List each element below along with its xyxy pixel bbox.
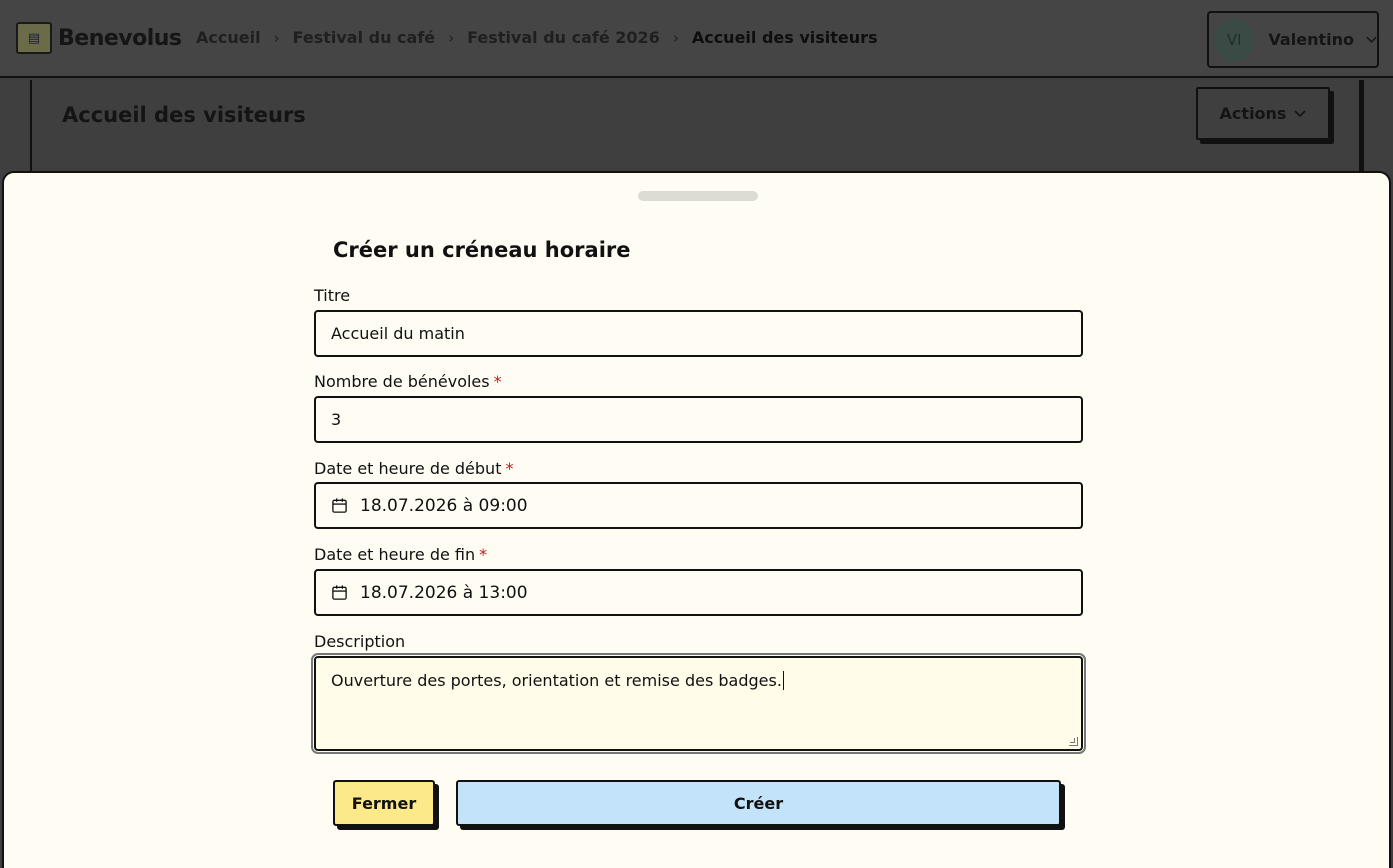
calendar-icon	[332, 585, 347, 600]
page-header-panel: Accueil des visiteurs Actions	[30, 80, 1364, 180]
chevron-down-icon	[1294, 109, 1307, 117]
description-label-text: Description	[314, 632, 406, 651]
calendar-icon	[332, 498, 347, 513]
volunteers-value: 3	[331, 410, 342, 429]
text-cursor	[782, 671, 784, 690]
start-datetime-value: 18.07.2026 à 09:00	[360, 495, 528, 516]
chevron-right-icon: ›	[448, 28, 455, 47]
end-datetime-value: 18.07.2026 à 13:00	[360, 582, 528, 603]
required-mark: *	[479, 545, 488, 564]
start-label-text: Date et heure de début	[314, 459, 502, 478]
breadcrumb-item-current: Accueil des visiteurs	[691, 28, 878, 47]
breadcrumb-item-festival[interactable]: Festival du café	[293, 28, 436, 47]
volunteers-label: Nombre de bénévoles *	[314, 372, 502, 391]
create-slot-sheet: Créer un créneau horaire Titre Accueil d…	[2, 171, 1391, 868]
end-datetime-input[interactable]: 18.07.2026 à 13:00	[314, 569, 1083, 616]
breadcrumb-item-home[interactable]: Accueil	[196, 28, 261, 47]
app-name: Benevolus	[58, 25, 182, 51]
actions-button[interactable]: Actions	[1196, 87, 1330, 140]
volunteers-input[interactable]: 3	[314, 396, 1083, 443]
chevron-down-icon	[1366, 36, 1377, 43]
actions-label: Actions	[1219, 104, 1287, 123]
start-datetime-input[interactable]: 18.07.2026 à 09:00	[314, 482, 1083, 529]
user-menu-button[interactable]: VI Valentino	[1207, 11, 1379, 68]
app-logo[interactable]: ▤ Benevolus	[16, 22, 182, 54]
required-mark: *	[505, 459, 514, 478]
title-input[interactable]: Accueil du matin	[314, 310, 1083, 357]
modal-title: Créer un créneau horaire	[333, 238, 631, 262]
breadcrumb: Accueil › Festival du café › Festival du…	[196, 28, 878, 47]
chevron-right-icon: ›	[672, 28, 679, 47]
required-mark: *	[493, 372, 502, 391]
end-datetime-label: Date et heure de fin *	[314, 545, 487, 564]
chevron-right-icon: ›	[273, 28, 280, 47]
breadcrumb-item-festival-2026[interactable]: Festival du café 2026	[467, 28, 660, 47]
logo-icon: ▤	[16, 22, 52, 54]
sheet-drag-handle[interactable]	[638, 191, 758, 201]
end-label-text: Date et heure de fin	[314, 545, 476, 564]
start-datetime-label: Date et heure de début *	[314, 459, 513, 478]
description-label: Description	[314, 632, 405, 651]
avatar: VI	[1214, 17, 1255, 62]
page-title: Accueil des visiteurs	[62, 103, 306, 127]
user-name: Valentino	[1268, 30, 1354, 49]
title-value: Accueil du matin	[331, 324, 465, 343]
description-value: Ouverture des portes, orientation et rem…	[331, 671, 782, 690]
create-button[interactable]: Créer	[456, 780, 1061, 826]
top-navigation-bar: ▤ Benevolus Accueil › Festival du café ›…	[0, 0, 1393, 78]
description-textarea[interactable]: Ouverture des portes, orientation et rem…	[311, 653, 1086, 754]
title-label: Titre	[314, 286, 350, 305]
resize-handle[interactable]	[1069, 737, 1078, 746]
title-label-text: Titre	[314, 286, 351, 305]
close-button[interactable]: Fermer	[333, 780, 435, 826]
volunteers-label-text: Nombre de bénévoles	[314, 372, 490, 391]
